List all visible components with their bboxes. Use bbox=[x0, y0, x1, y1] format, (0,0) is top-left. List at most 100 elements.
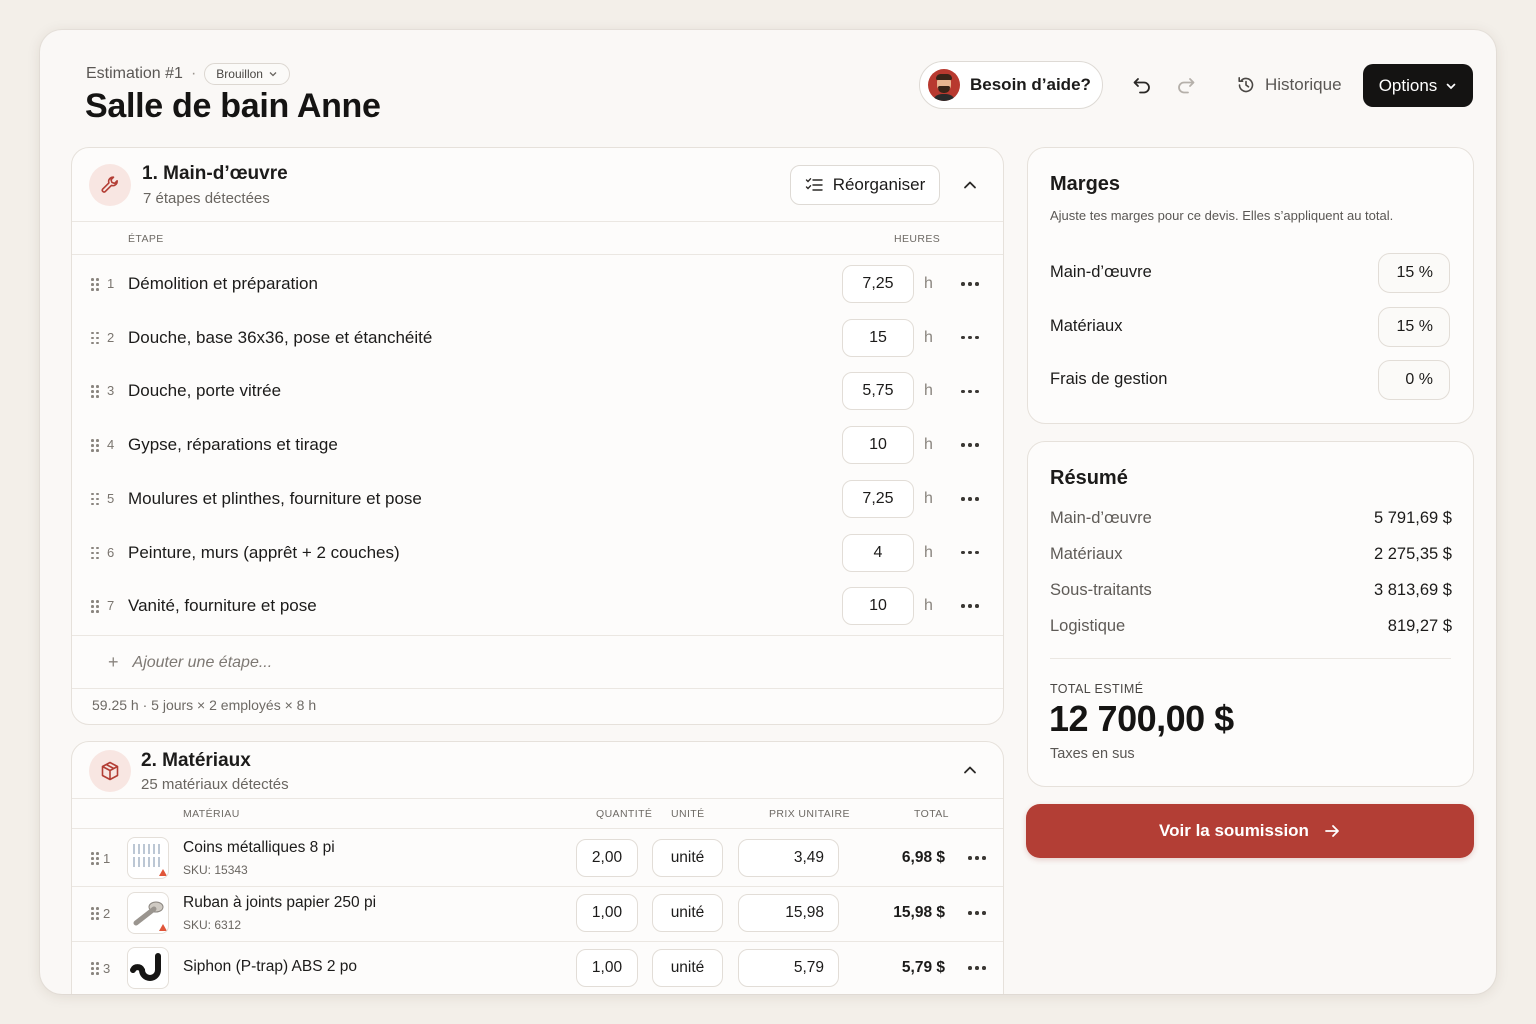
section-subtitle: 25 matériaux détectés bbox=[141, 776, 289, 793]
material-sku: SKU: 6312 bbox=[183, 918, 242, 932]
drag-handle-icon[interactable] bbox=[91, 278, 99, 291]
more-options-icon[interactable] bbox=[968, 965, 986, 971]
more-options-icon[interactable] bbox=[961, 335, 979, 341]
step-label[interactable]: Peinture, murs (apprêt + 2 couches) bbox=[128, 543, 400, 563]
quantity-value: 1,00 bbox=[591, 959, 623, 976]
unit-value: unité bbox=[670, 849, 705, 866]
drag-handle-icon[interactable] bbox=[91, 385, 99, 398]
section-subtitle: 7 étapes détectées bbox=[143, 190, 270, 207]
step-label[interactable]: Démolition et préparation bbox=[128, 274, 318, 294]
materials-section: 2. Matériaux 25 matériaux détectés MATÉR… bbox=[71, 741, 1004, 994]
view-quote-button[interactable]: Voir la soumission bbox=[1026, 804, 1474, 858]
more-options-icon[interactable] bbox=[961, 442, 979, 448]
summary-value: 819,27 $ bbox=[1387, 617, 1452, 635]
more-options-icon[interactable] bbox=[961, 388, 979, 394]
margin-percent-input[interactable]: 15 % bbox=[1378, 253, 1450, 293]
quantity-input[interactable]: 1,00 bbox=[576, 894, 638, 932]
drag-handle-icon[interactable] bbox=[91, 600, 99, 613]
page-title: Salle de bain Anne bbox=[85, 87, 381, 125]
unit-price-input[interactable]: 5,79 bbox=[738, 949, 839, 987]
more-options-icon[interactable] bbox=[968, 910, 986, 916]
hours-input[interactable]: 7,25 bbox=[842, 265, 914, 303]
add-step-label: Ajouter une étape... bbox=[132, 653, 273, 671]
unit-select[interactable]: unité bbox=[652, 839, 723, 877]
hours-input[interactable]: 5,75 bbox=[842, 372, 914, 411]
more-options-icon[interactable] bbox=[961, 603, 979, 609]
row-number: 4 bbox=[107, 437, 115, 453]
step-label[interactable]: Moulures et plinthes, fourniture et pose bbox=[128, 489, 422, 509]
history-button[interactable]: Historique bbox=[1236, 75, 1342, 95]
add-step-button[interactable]: + Ajouter une étape... bbox=[108, 652, 272, 673]
column-header-unit-price: PRIX UNITAIRE bbox=[769, 808, 850, 820]
more-options-icon[interactable] bbox=[961, 496, 979, 502]
history-icon bbox=[1238, 77, 1254, 93]
column-header-hours: HEURES bbox=[894, 233, 941, 245]
divider bbox=[72, 635, 1003, 636]
material-name[interactable]: Coins métalliques 8 pi bbox=[183, 839, 335, 857]
step-label[interactable]: Vanité, fourniture et pose bbox=[128, 596, 317, 616]
summary-label: Logistique bbox=[1050, 617, 1126, 635]
row-number: 1 bbox=[103, 851, 111, 866]
column-header-material: MATÉRIAU bbox=[183, 808, 240, 820]
labor-row: 2 Douche, base 36x36, pose et étanchéité 1… bbox=[72, 311, 1003, 365]
view-quote-label: Voir la soumission bbox=[1159, 821, 1309, 840]
row-number: 5 bbox=[107, 490, 115, 506]
step-label[interactable]: Douche, porte vitrée bbox=[128, 381, 281, 401]
margin-percent-input[interactable]: 15 % bbox=[1378, 306, 1450, 347]
chevron-up-icon[interactable] bbox=[960, 760, 980, 780]
margins-title: Marges bbox=[1050, 173, 1121, 195]
undo-button[interactable] bbox=[1127, 70, 1157, 100]
hours-unit: h bbox=[924, 382, 933, 400]
drag-handle-icon[interactable] bbox=[91, 331, 99, 345]
material-name[interactable]: Siphon (P-trap) ABS 2 po bbox=[183, 958, 357, 976]
hours-input[interactable]: 10 bbox=[842, 426, 914, 465]
options-button[interactable]: Options bbox=[1363, 64, 1473, 107]
divider bbox=[72, 221, 1003, 222]
quantity-input[interactable]: 2,00 bbox=[576, 839, 638, 877]
material-row: 3 Siphon (P-trap) ABS 2 po 1,00 unité 5,79 5,… bbox=[72, 941, 1003, 994]
unit-price-value: 5,79 bbox=[793, 959, 824, 976]
drag-handle-icon[interactable] bbox=[91, 492, 99, 506]
avatar bbox=[928, 69, 960, 101]
hours-input[interactable]: 15 bbox=[842, 318, 914, 357]
reorder-button[interactable]: Réorganiser bbox=[790, 165, 940, 205]
drag-handle-icon[interactable] bbox=[91, 907, 99, 920]
row-number: 6 bbox=[107, 544, 115, 560]
product-image bbox=[127, 892, 169, 934]
column-header-total: TOTAL bbox=[914, 808, 949, 820]
unit-select[interactable]: unité bbox=[652, 894, 723, 932]
breadcrumb: Estimation #1 · Brouillon bbox=[86, 63, 290, 85]
divider bbox=[72, 886, 1003, 887]
help-button[interactable]: Besoin d’aide? bbox=[919, 61, 1103, 109]
step-label[interactable]: Gypse, réparations et tirage bbox=[128, 435, 338, 455]
unit-price-input[interactable]: 15,98 bbox=[738, 894, 839, 932]
divider bbox=[72, 688, 1003, 689]
drag-handle-icon[interactable] bbox=[91, 546, 99, 560]
more-options-icon[interactable] bbox=[968, 855, 986, 861]
more-options-icon[interactable] bbox=[961, 550, 979, 556]
material-total: 15,98 $ bbox=[893, 904, 945, 921]
hours-input[interactable]: 7,25 bbox=[842, 479, 914, 518]
status-badge[interactable]: Brouillon bbox=[204, 63, 290, 85]
hours-input[interactable]: 10 bbox=[842, 587, 914, 626]
reorder-label: Réorganiser bbox=[832, 175, 926, 194]
drag-handle-icon[interactable] bbox=[91, 852, 99, 865]
row-number: 2 bbox=[103, 906, 111, 921]
margin-label: Matériaux bbox=[1050, 316, 1123, 335]
more-options-icon[interactable] bbox=[961, 281, 979, 287]
unit-select[interactable]: unité bbox=[652, 949, 723, 987]
drag-handle-icon[interactable] bbox=[91, 439, 99, 452]
quantity-input[interactable]: 1,00 bbox=[576, 949, 638, 987]
chevron-up-icon[interactable] bbox=[960, 175, 980, 195]
unit-value: unité bbox=[670, 959, 705, 976]
drag-handle-icon[interactable] bbox=[91, 962, 99, 975]
margin-percent-input[interactable]: 0 % bbox=[1378, 360, 1450, 400]
step-label[interactable]: Douche, base 36x36, pose et étanchéité bbox=[128, 328, 432, 348]
redo-button[interactable] bbox=[1171, 70, 1201, 100]
unit-price-input[interactable]: 3,49 bbox=[738, 839, 839, 877]
hours-input[interactable]: 4 bbox=[842, 533, 914, 572]
row-number: 3 bbox=[107, 383, 115, 399]
breadcrumb-estimate[interactable]: Estimation #1 bbox=[86, 65, 183, 83]
column-header-quantity: QUANTITÉ bbox=[596, 808, 653, 820]
material-name[interactable]: Ruban à joints papier 250 pi bbox=[183, 894, 376, 912]
